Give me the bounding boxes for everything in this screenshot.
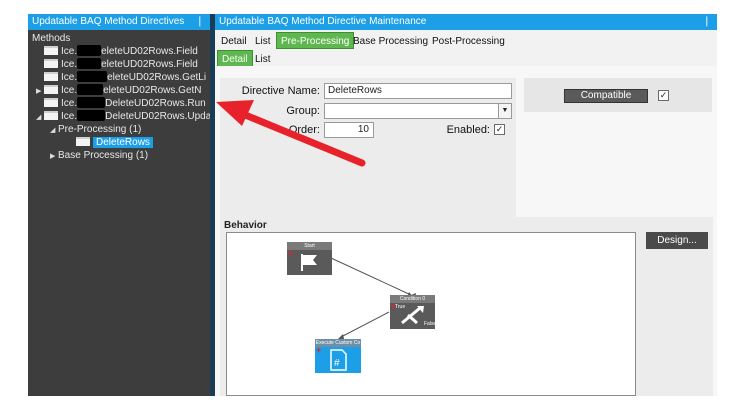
custom-code-node-body: # <box>315 347 361 373</box>
method-prefix: Ice. <box>61 72 78 83</box>
redaction-mark <box>77 97 106 108</box>
folder-icon <box>44 59 58 68</box>
tree-item-base-processing[interactable]: ▶ Base Processing (1) <box>50 149 148 162</box>
workflow-canvas[interactable]: Start + Condition 0 True False + Execute… <box>226 232 636 396</box>
folder-icon <box>44 72 58 81</box>
redaction-mark <box>77 110 106 121</box>
condition-node-label: Condition 0 <box>390 295 435 303</box>
tree-item-directive-deleterows[interactable]: DeleteRows <box>76 136 153 149</box>
redaction-mark <box>77 84 104 95</box>
tree-item-method-1[interactable]: Ice. eleteUD02Rows.Field <box>36 45 198 58</box>
tree-item-pre-processing[interactable]: ◢ Pre-Processing (1) <box>50 123 141 136</box>
tab-base-processing[interactable]: Base Processing <box>349 33 432 50</box>
tab-post-processing[interactable]: Post-Processing <box>428 33 509 50</box>
method-prefix: Ice. <box>61 85 78 96</box>
tree-item-method-5[interactable]: Ice. DeleteUD02Rows.Run <box>36 97 206 110</box>
method-suffix: eleteUD02Rows.Field <box>101 46 198 57</box>
pin-icon[interactable]: ❘ <box>703 14 711 30</box>
tree-item-method-3[interactable]: Ice. eleteUD02Rows.GetLi <box>36 71 206 84</box>
redaction-mark <box>77 45 102 56</box>
tab-pre-processing[interactable]: Pre-Processing <box>276 32 355 49</box>
behavior-heading: Behavior <box>224 220 267 231</box>
add-icon[interactable]: + <box>288 249 293 258</box>
method-suffix: DeleteUD02Rows.Upda <box>105 111 212 122</box>
chevron-down-icon[interactable]: ▼ <box>498 104 511 118</box>
method-suffix: eleteUD02Rows.Field <box>101 59 198 70</box>
left-panel-title: Updatable BAQ Method Directives ❘ <box>28 14 210 30</box>
compatible-checkbox[interactable]: ✓ <box>658 90 669 101</box>
collapse-arrow-icon[interactable]: ◢ <box>50 124 58 137</box>
start-node[interactable]: Start + <box>287 242 332 275</box>
condition-false-label: False <box>424 321 437 327</box>
condition-true-label: True <box>395 304 406 310</box>
behavior-section: Behavior Start + Condition 0 True False … <box>220 217 713 396</box>
method-suffix: DeleteUD02Rows.Run <box>105 98 206 109</box>
enabled-label: Enabled: <box>446 124 490 136</box>
compatibility-box: Compatible ✓ <box>524 78 712 112</box>
subtab-detail[interactable]: Detail <box>217 50 253 67</box>
add-icon[interactable]: + <box>316 346 321 355</box>
svg-text:#: # <box>334 358 340 369</box>
method-suffix: eleteUD02Rows.GetN <box>103 85 202 96</box>
method-suffix: eleteUD02Rows.GetLi <box>107 72 207 83</box>
right-panel-title: Updatable BAQ Method Directive Maintenan… <box>215 14 717 30</box>
method-prefix: Ice. <box>61 59 78 70</box>
method-prefix: Ice. <box>61 111 78 122</box>
condition-node-body: True False <box>390 303 437 329</box>
redaction-mark <box>77 58 102 69</box>
enabled-checkbox[interactable]: ✓ <box>494 124 505 135</box>
base-processing-label: Base Processing (1) <box>58 150 149 161</box>
folder-icon <box>44 46 58 55</box>
design-button[interactable]: Design... <box>646 232 708 249</box>
custom-code-node-label: Execute Custom Co <box>315 339 361 347</box>
tree-item-method-4[interactable]: ▶ Ice. eleteUD02Rows.GetN <box>36 84 202 97</box>
code-document-icon: # <box>330 349 347 371</box>
condition-node[interactable]: Condition 0 True False + <box>390 295 437 329</box>
right-panel-title-text: Updatable BAQ Method Directive Maintenan… <box>219 16 427 27</box>
method-directives-panel: Updatable BAQ Method Directives ❘ Method… <box>28 14 211 396</box>
method-prefix: Ice. <box>61 98 78 109</box>
expand-arrow-icon[interactable]: ▶ <box>50 150 58 163</box>
folder-icon <box>44 98 58 107</box>
tree-root-methods[interactable]: Methods <box>32 32 70 45</box>
start-node-label: Start <box>287 242 332 250</box>
main-tab-bar: Detail List Pre-Processing Base Processi… <box>215 30 717 67</box>
tab-list[interactable]: List <box>251 33 275 50</box>
execute-custom-code-node[interactable]: Execute Custom Co # + <box>315 339 361 373</box>
method-prefix: Ice. <box>61 46 78 57</box>
left-panel-title-text: Updatable BAQ Method Directives <box>32 16 185 27</box>
selected-directive-label: DeleteRows <box>93 137 153 148</box>
pre-processing-label: Pre-Processing (1) <box>58 124 142 135</box>
folder-icon <box>44 111 58 120</box>
start-node-body <box>287 250 332 275</box>
tree-item-method-2[interactable]: Ice. eleteUD02Rows.Field <box>36 58 198 71</box>
directive-maintenance-panel: Updatable BAQ Method Directive Maintenan… <box>215 14 717 396</box>
add-icon[interactable]: + <box>391 302 396 311</box>
flag-icon <box>301 254 317 271</box>
collapse-arrow-icon[interactable]: ◢ <box>36 111 44 124</box>
annotation-arrow-icon <box>216 100 366 167</box>
redaction-mark <box>77 71 108 82</box>
folder-icon <box>44 85 58 94</box>
tab-detail[interactable]: Detail <box>217 33 251 50</box>
compatible-button[interactable]: Compatible <box>564 89 648 103</box>
pin-icon[interactable]: ❘ <box>196 14 204 30</box>
folder-icon <box>76 137 90 146</box>
tree-item-method-6[interactable]: ◢ Ice. DeleteUD02Rows.Upda <box>36 110 211 123</box>
